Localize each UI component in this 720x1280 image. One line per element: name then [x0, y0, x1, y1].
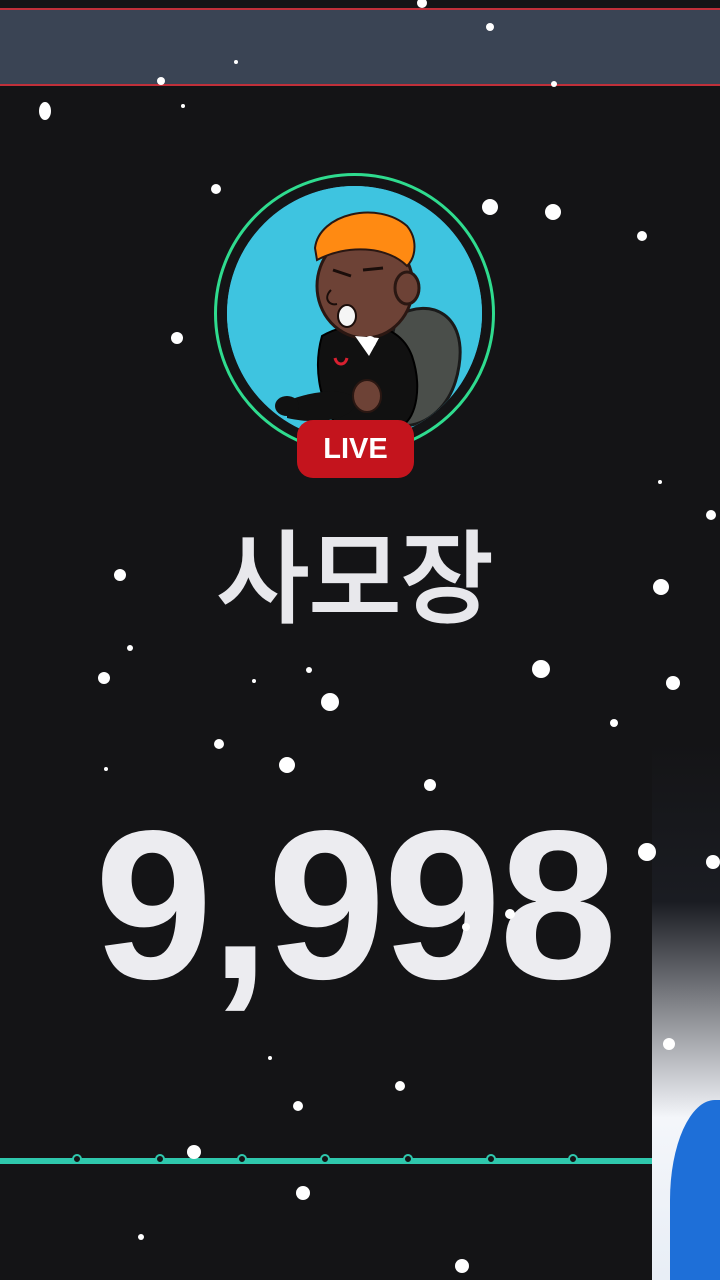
progress-node: [568, 1154, 578, 1164]
progress-node: [403, 1154, 413, 1164]
person-silhouette: [670, 1100, 720, 1280]
cartoon-character-avatar-icon: [227, 186, 482, 441]
viewer-count: 9,998: [94, 786, 618, 1023]
avatar[interactable]: [227, 186, 482, 441]
progress-node: [155, 1154, 165, 1164]
progress-node: [320, 1154, 330, 1164]
top-bar: [0, 8, 720, 86]
progress-node: [237, 1154, 247, 1164]
streamer-name: 사모장: [217, 521, 493, 638]
side-camera-image: [652, 740, 720, 1280]
overlay-stage: LIVE 사모장 9,998: [0, 0, 720, 1280]
progress-node: [72, 1154, 82, 1164]
live-badge: LIVE: [297, 420, 414, 478]
progress-node: [486, 1154, 496, 1164]
